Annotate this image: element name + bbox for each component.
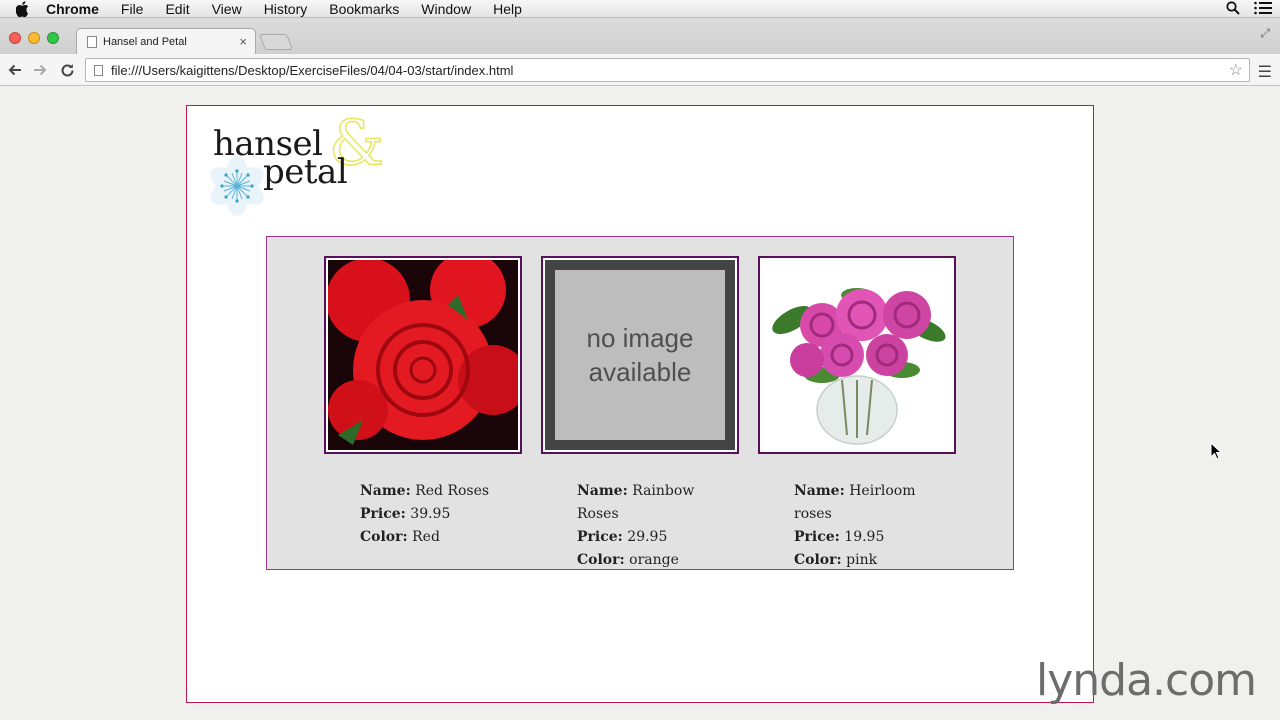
hamburger-menu-icon[interactable]: ☰ bbox=[1258, 62, 1272, 82]
address-bar[interactable]: file:///Users/kaigittens/Desktop/Exercis… bbox=[85, 58, 1250, 82]
product-price: 39.95 bbox=[410, 506, 451, 522]
color-label: Color: bbox=[577, 552, 625, 568]
notification-list-icon[interactable] bbox=[1254, 1, 1272, 18]
no-image-placeholder: no image available bbox=[545, 260, 735, 450]
new-tab-button[interactable] bbox=[259, 34, 293, 50]
menu-file[interactable]: File bbox=[121, 0, 144, 18]
zoom-window-button[interactable] bbox=[47, 32, 59, 44]
url-text[interactable]: file:///Users/kaigittens/Desktop/Exercis… bbox=[111, 63, 513, 78]
tab-strip: Hansel and Petal × ⤢ bbox=[0, 18, 1280, 54]
fullscreen-icon[interactable]: ⤢ bbox=[1260, 26, 1270, 41]
product-card: no image available Name: Rainbow Roses P… bbox=[541, 256, 739, 572]
product-card: Name: Red Roses Price: 39.95 Color: Red bbox=[324, 256, 522, 549]
color-label: Color: bbox=[794, 552, 842, 568]
menu-view[interactable]: View bbox=[212, 0, 242, 18]
reload-icon[interactable] bbox=[57, 60, 77, 80]
forward-arrow-icon[interactable] bbox=[30, 60, 50, 80]
mac-menubar: Chrome File Edit View History Bookmarks … bbox=[0, 0, 1280, 18]
product-color: pink bbox=[846, 552, 878, 568]
bookmark-star-icon[interactable]: ☆ bbox=[1229, 60, 1243, 80]
product-price: 29.95 bbox=[627, 529, 668, 545]
menu-bookmarks[interactable]: Bookmarks bbox=[329, 0, 399, 18]
price-label: Price: bbox=[360, 506, 406, 522]
page-viewport: & hansel petal Name: Red Roses Price: 39… bbox=[0, 87, 1280, 720]
close-window-button[interactable] bbox=[9, 32, 21, 44]
menu-chrome[interactable]: Chrome bbox=[46, 0, 99, 18]
product-info: Name: Heirloom roses Price: 19.95 Color:… bbox=[794, 480, 956, 572]
name-label: Name: bbox=[360, 483, 411, 499]
product-info: Name: Rainbow Roses Price: 29.95 Color: … bbox=[577, 480, 739, 572]
apple-icon[interactable] bbox=[14, 0, 32, 18]
product-image-red-roses bbox=[324, 256, 522, 454]
spotlight-search-icon[interactable] bbox=[1226, 0, 1240, 18]
price-label: Price: bbox=[577, 529, 623, 545]
logo-word-petal: petal bbox=[263, 152, 348, 192]
product-info: Name: Red Roses Price: 39.95 Color: Red bbox=[360, 480, 522, 549]
product-name: Red Roses bbox=[415, 483, 490, 499]
tab-hansel-and-petal[interactable]: Hansel and Petal × bbox=[76, 28, 256, 54]
product-color: orange bbox=[629, 552, 679, 568]
name-label: Name: bbox=[577, 483, 628, 499]
menu-help[interactable]: Help bbox=[493, 0, 522, 18]
menu-history[interactable]: History bbox=[264, 0, 308, 18]
product-image-placeholder: no image available bbox=[541, 256, 739, 454]
color-label: Color: bbox=[360, 529, 408, 545]
lynda-watermark: lynda.com bbox=[1035, 655, 1257, 706]
browser-toolbar: file:///Users/kaigittens/Desktop/Exercis… bbox=[0, 54, 1280, 86]
minimize-window-button[interactable] bbox=[28, 32, 40, 44]
back-arrow-icon[interactable] bbox=[5, 60, 25, 80]
price-label: Price: bbox=[794, 529, 840, 545]
no-image-text: no image bbox=[586, 323, 694, 353]
product-panel: Name: Red Roses Price: 39.95 Color: Red … bbox=[266, 236, 1014, 570]
tab-title: Hansel and Petal bbox=[103, 35, 187, 48]
mouse-cursor-icon bbox=[1210, 441, 1223, 465]
file-icon bbox=[94, 64, 103, 76]
no-image-text-line2: available bbox=[588, 357, 692, 387]
page-container: & hansel petal Name: Red Roses Price: 39… bbox=[186, 105, 1094, 703]
hansel-and-petal-logo: & hansel petal bbox=[191, 105, 401, 230]
close-tab-icon[interactable]: × bbox=[239, 34, 247, 49]
menu-edit[interactable]: Edit bbox=[165, 0, 189, 18]
name-label: Name: bbox=[794, 483, 845, 499]
product-card: Name: Heirloom roses Price: 19.95 Color:… bbox=[758, 256, 956, 572]
page-icon bbox=[87, 35, 97, 48]
menu-window[interactable]: Window bbox=[421, 0, 471, 18]
product-price: 19.95 bbox=[844, 529, 885, 545]
product-color: Red bbox=[412, 529, 440, 545]
product-image-heirloom-roses bbox=[758, 256, 956, 454]
